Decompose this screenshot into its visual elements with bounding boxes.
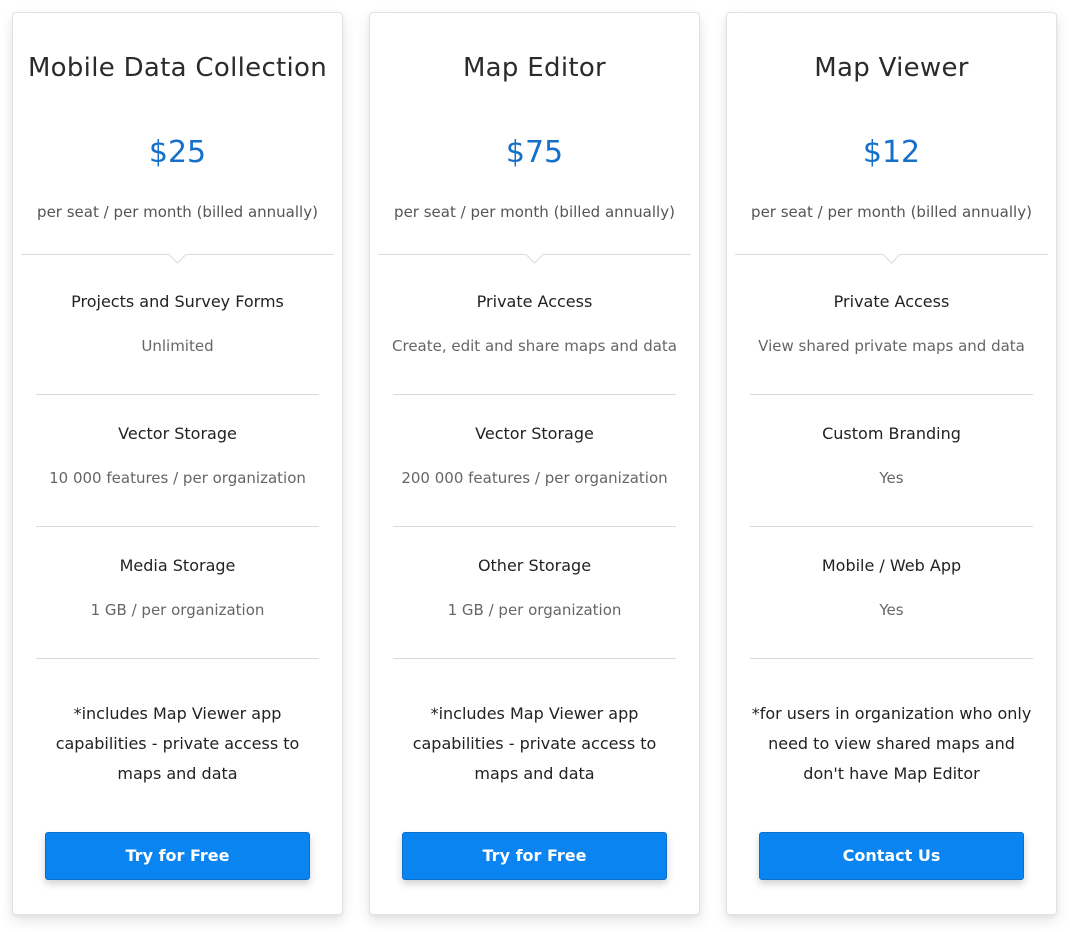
feature-row: Vector Storage 200 000 features / per or…: [370, 423, 699, 489]
feature-row: Projects and Survey Forms Unlimited: [13, 291, 342, 357]
row-divider: [36, 394, 319, 395]
feature-name: Projects and Survey Forms: [71, 292, 284, 311]
feature-value: 10 000 features / per organization: [49, 469, 306, 487]
row-divider: [36, 526, 319, 527]
feature-row: Custom Branding Yes: [727, 423, 1056, 489]
try-for-free-button[interactable]: Try for Free: [402, 832, 667, 880]
feature-name: Media Storage: [119, 556, 236, 575]
plan-price: $75: [505, 135, 564, 170]
plan-card-map-viewer: Map Viewer $12 per seat / per month (bil…: [726, 12, 1057, 915]
feature-value: Create, edit and share maps and data: [392, 337, 677, 355]
feature-value: Yes: [879, 601, 904, 619]
plan-price: $25: [148, 135, 207, 170]
feature-row: Other Storage 1 GB / per organization: [370, 555, 699, 621]
row-divider: [36, 658, 319, 659]
feature-value: 200 000 features / per organization: [401, 469, 668, 487]
price-note: per seat / per month (billed annually): [751, 203, 1032, 221]
price-note: per seat / per month (billed annually): [37, 203, 318, 221]
plan-footnote: *includes Map Viewer app capabilities - …: [412, 704, 657, 783]
feature-row: Mobile / Web App Yes: [727, 555, 1056, 621]
feature-row: Media Storage 1 GB / per organization: [13, 555, 342, 621]
plan-footnote: *includes Map Viewer app capabilities - …: [55, 704, 300, 783]
pricing-section: Mobile Data Collection $25 per seat / pe…: [0, 0, 1070, 932]
divider-notch: [881, 245, 901, 264]
feature-value: 1 GB / per organization: [90, 601, 265, 619]
divider-notch: [524, 245, 544, 264]
plan-price: $12: [862, 135, 921, 170]
row-divider: [750, 658, 1033, 659]
feature-value: 1 GB / per organization: [447, 601, 622, 619]
feature-row: Vector Storage 10 000 features / per org…: [13, 423, 342, 489]
feature-row: Private Access Create, edit and share ma…: [370, 291, 699, 357]
plan-card-map-editor: Map Editor $75 per seat / per month (bil…: [369, 12, 700, 915]
row-divider: [750, 526, 1033, 527]
divider-notch: [167, 245, 187, 264]
feature-value: Unlimited: [141, 337, 214, 355]
feature-name: Other Storage: [477, 556, 592, 575]
try-for-free-button[interactable]: Try for Free: [45, 832, 310, 880]
feature-name: Private Access: [476, 292, 593, 311]
feature-name: Vector Storage: [118, 424, 237, 443]
plan-title: Map Editor: [462, 53, 607, 83]
row-divider: [393, 658, 676, 659]
row-divider: [393, 526, 676, 527]
feature-name: Private Access: [833, 292, 950, 311]
price-note: per seat / per month (billed annually): [394, 203, 675, 221]
plan-title: Map Viewer: [814, 53, 969, 83]
row-divider: [750, 394, 1033, 395]
row-divider: [393, 394, 676, 395]
feature-row: Private Access View shared private maps …: [727, 291, 1056, 357]
plan-card-mobile-data-collection: Mobile Data Collection $25 per seat / pe…: [12, 12, 343, 915]
plan-footnote: *for users in organization who only need…: [751, 704, 1032, 783]
feature-name: Mobile / Web App: [821, 556, 962, 575]
plan-title: Mobile Data Collection: [27, 53, 328, 83]
feature-name: Custom Branding: [822, 424, 961, 443]
feature-value: View shared private maps and data: [758, 337, 1025, 355]
feature-name: Vector Storage: [475, 424, 594, 443]
feature-value: Yes: [879, 469, 904, 487]
contact-us-button[interactable]: Contact Us: [759, 832, 1024, 880]
